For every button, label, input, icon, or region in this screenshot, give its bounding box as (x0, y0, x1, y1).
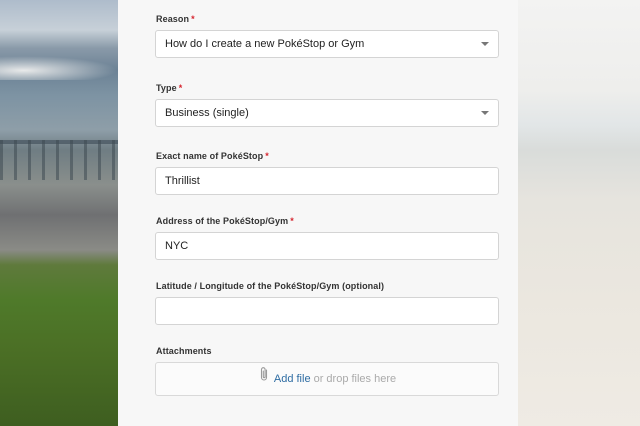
type-select-value: Business (single) (165, 107, 249, 119)
pokestop-name-value: Thrillist (165, 175, 200, 187)
paperclip-icon (258, 363, 270, 395)
address-input[interactable]: NYC (155, 232, 499, 260)
background-right (518, 0, 640, 426)
required-marker: * (178, 83, 183, 93)
attachment-dropzone[interactable]: Add file or drop files here (155, 362, 499, 396)
required-marker: * (265, 151, 269, 161)
type-select[interactable]: Business (single) (155, 99, 499, 127)
type-label: Type * (156, 83, 182, 93)
chevron-down-icon (481, 42, 489, 46)
attachments-label: Attachments (156, 346, 212, 356)
latlong-label-text: Latitude / Longitude of the PokéStop/Gym… (156, 281, 385, 291)
address-value: NYC (165, 240, 189, 252)
attachments-label-text: Attachments (156, 346, 212, 356)
drop-files-hint: or drop files here (313, 373, 397, 385)
pokestop-name-label-text: Exact name of PokéStop (156, 151, 264, 161)
reason-select[interactable]: How do I create a new PokéStop or Gym (155, 30, 499, 58)
address-label-text: Address of the PokéStop/Gym (156, 216, 289, 226)
chevron-down-icon (481, 111, 489, 115)
address-label: Address of the PokéStop/Gym * (156, 216, 294, 226)
type-label-text: Type (156, 83, 177, 93)
add-file-link[interactable]: Add file (274, 373, 311, 385)
reason-select-value: How do I create a new PokéStop or Gym (165, 38, 365, 50)
reason-label-text: Reason (156, 14, 190, 24)
reason-label: Reason * (156, 14, 195, 24)
required-marker: * (191, 14, 195, 24)
background-railing (0, 140, 118, 180)
latlong-input[interactable] (155, 297, 499, 325)
background-haze (0, 56, 118, 80)
required-marker: * (290, 216, 294, 226)
pokestop-name-label: Exact name of PokéStop * (156, 151, 269, 161)
pokestop-name-input[interactable]: Thrillist (155, 167, 499, 195)
latlong-label: Latitude / Longitude of the PokéStop/Gym… (156, 281, 384, 291)
